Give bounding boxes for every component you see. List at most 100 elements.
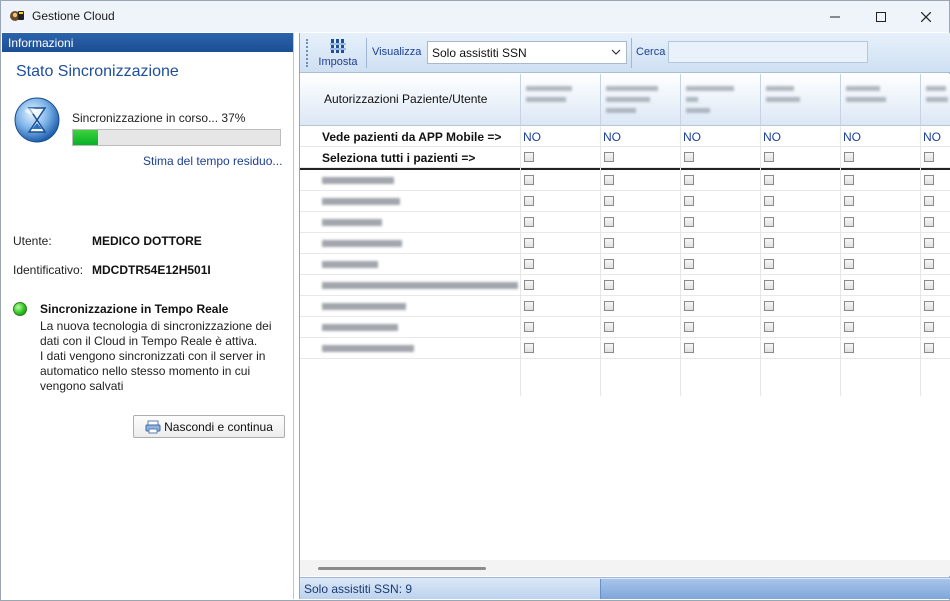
app-mobile-value[interactable]: NO: [603, 130, 621, 144]
patient-permission-checkbox[interactable]: [604, 301, 614, 311]
patient-permission-checkbox[interactable]: [764, 280, 774, 290]
app-mobile-value[interactable]: NO: [523, 130, 541, 144]
column-header[interactable]: [760, 74, 840, 126]
column-header-redacted-text: [846, 97, 886, 102]
patient-permission-checkbox[interactable]: [924, 322, 934, 332]
patient-permission-checkbox[interactable]: [844, 217, 854, 227]
visualizza-select[interactable]: Solo assistiti SSN: [427, 41, 627, 64]
patient-permission-checkbox[interactable]: [684, 217, 694, 227]
column-divider: [600, 126, 601, 396]
sync-progress-fill: [73, 130, 98, 145]
app-mobile-row: Vede pazienti da APP Mobile => NO NO NO NO N…: [300, 126, 950, 147]
patient-permission-checkbox[interactable]: [764, 196, 774, 206]
patient-permission-checkbox[interactable]: [924, 280, 934, 290]
select-all-checkbox[interactable]: [924, 152, 934, 162]
patient-permission-checkbox[interactable]: [924, 301, 934, 311]
horizontal-scrollbar[interactable]: [300, 560, 950, 576]
patient-permission-checkbox[interactable]: [764, 322, 774, 332]
patient-permission-checkbox[interactable]: [524, 322, 534, 332]
patient-permission-checkbox[interactable]: [604, 259, 614, 269]
patient-permission-checkbox[interactable]: [684, 322, 694, 332]
app-mobile-value[interactable]: NO: [843, 130, 861, 144]
patient-permission-checkbox[interactable]: [684, 175, 694, 185]
patient-permission-checkbox[interactable]: [844, 196, 854, 206]
select-all-checkbox[interactable]: [684, 152, 694, 162]
select-all-checkbox[interactable]: [844, 152, 854, 162]
eta-link[interactable]: Stima del tempo residuo...: [143, 154, 282, 168]
patient-permission-checkbox[interactable]: [604, 175, 614, 185]
column-header[interactable]: [920, 74, 950, 126]
patient-permission-checkbox[interactable]: [604, 238, 614, 248]
patient-permission-checkbox[interactable]: [924, 196, 934, 206]
patient-permission-checkbox[interactable]: [764, 343, 774, 353]
patient-permission-checkbox[interactable]: [524, 238, 534, 248]
close-icon: [921, 11, 931, 22]
patient-permission-checkbox[interactable]: [764, 175, 774, 185]
patient-permission-checkbox[interactable]: [764, 217, 774, 227]
column-header[interactable]: [680, 74, 760, 126]
patient-permission-checkbox[interactable]: [844, 175, 854, 185]
progress-label: Sincronizzazione in corso... 37%: [72, 111, 246, 125]
patient-permission-checkbox[interactable]: [844, 343, 854, 353]
column-divider: [520, 126, 521, 396]
toolbar-grip[interactable]: [306, 39, 308, 67]
patient-permission-checkbox[interactable]: [844, 259, 854, 269]
patient-permission-checkbox[interactable]: [524, 217, 534, 227]
patient-permission-checkbox[interactable]: [844, 238, 854, 248]
patient-permission-checkbox[interactable]: [924, 217, 934, 227]
patient-permission-checkbox[interactable]: [684, 280, 694, 290]
patient-permission-checkbox[interactable]: [924, 259, 934, 269]
grid-header-title: Autorizzazioni Paziente/Utente: [324, 92, 488, 106]
permissions-grid: Autorizzazioni Paziente/Utente Vede pazi…: [300, 74, 950, 560]
patient-permission-checkbox[interactable]: [844, 322, 854, 332]
select-all-checkbox[interactable]: [524, 152, 534, 162]
patient-permission-checkbox[interactable]: [524, 343, 534, 353]
patient-permission-checkbox[interactable]: [684, 343, 694, 353]
patient-permission-checkbox[interactable]: [684, 259, 694, 269]
select-all-checkbox[interactable]: [604, 152, 614, 162]
column-header[interactable]: [520, 74, 600, 126]
hide-and-continue-button[interactable]: Nascondi e continua: [133, 415, 285, 438]
search-input[interactable]: [668, 41, 868, 63]
patient-permission-checkbox[interactable]: [764, 301, 774, 311]
imposta-button[interactable]: Imposta: [314, 36, 362, 70]
scrollbar-thumb[interactable]: [318, 567, 486, 570]
patient-permission-checkbox[interactable]: [684, 196, 694, 206]
column-header-redacted-text: [686, 86, 734, 91]
column-header-redacted-text: [766, 97, 800, 102]
status-bar: Solo assistiti SSN: 9: [300, 577, 950, 599]
close-button[interactable]: [903, 1, 949, 32]
column-header[interactable]: [600, 74, 680, 126]
patient-permission-checkbox[interactable]: [604, 280, 614, 290]
patient-permission-checkbox[interactable]: [524, 301, 534, 311]
patient-permission-checkbox[interactable]: [684, 301, 694, 311]
patient-permission-checkbox[interactable]: [684, 238, 694, 248]
patient-permission-checkbox[interactable]: [524, 196, 534, 206]
column-header-redacted-text: [606, 108, 636, 113]
patient-permission-checkbox[interactable]: [524, 259, 534, 269]
minimize-button[interactable]: [812, 1, 858, 32]
patient-permission-checkbox[interactable]: [604, 343, 614, 353]
app-icon: [10, 11, 24, 21]
imposta-label: Imposta: [318, 56, 358, 68]
patient-permission-checkbox[interactable]: [924, 175, 934, 185]
patient-permission-checkbox[interactable]: [924, 343, 934, 353]
patient-permission-checkbox[interactable]: [524, 280, 534, 290]
select-all-checkbox[interactable]: [764, 152, 774, 162]
app-mobile-value[interactable]: NO: [763, 130, 781, 144]
patient-permission-checkbox[interactable]: [604, 196, 614, 206]
patient-permission-checkbox[interactable]: [604, 217, 614, 227]
patient-permission-checkbox[interactable]: [764, 238, 774, 248]
maximize-button[interactable]: [858, 1, 904, 32]
column-header[interactable]: [840, 74, 920, 126]
patient-permission-checkbox[interactable]: [604, 322, 614, 332]
patient-permission-checkbox[interactable]: [844, 301, 854, 311]
patient-permission-checkbox[interactable]: [524, 175, 534, 185]
patient-permission-checkbox[interactable]: [844, 280, 854, 290]
app-mobile-value[interactable]: NO: [683, 130, 701, 144]
patient-permission-checkbox[interactable]: [924, 238, 934, 248]
patient-name-redacted: [322, 219, 382, 226]
hourglass-icon: [14, 97, 60, 143]
app-mobile-value[interactable]: NO: [923, 130, 941, 144]
patient-permission-checkbox[interactable]: [764, 259, 774, 269]
